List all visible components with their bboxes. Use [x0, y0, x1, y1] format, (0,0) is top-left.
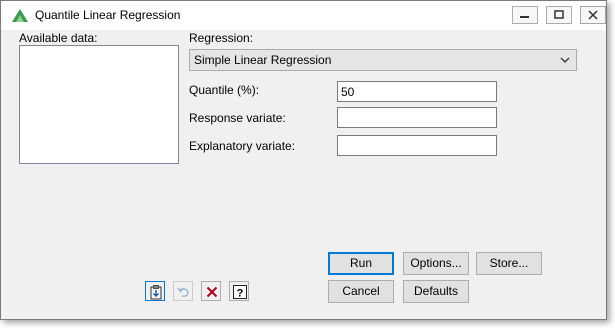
quantile-field[interactable]: [337, 81, 497, 102]
response-variate-label: Response variate:: [189, 111, 286, 125]
close-icon: [588, 10, 598, 20]
help-icon: ?: [233, 285, 247, 300]
clear-button[interactable]: [201, 281, 221, 301]
options-button[interactable]: Options...: [403, 252, 469, 275]
minimize-button[interactable]: [512, 6, 538, 24]
available-data-label: Available data:: [19, 31, 98, 45]
window-title: Quantile Linear Regression: [35, 8, 181, 22]
quantile-label: Quantile (%):: [189, 83, 260, 97]
svg-text:?: ?: [237, 288, 244, 300]
available-data-list[interactable]: [19, 45, 179, 164]
help-button[interactable]: ?: [229, 281, 249, 301]
store-button[interactable]: Store...: [476, 252, 542, 275]
maximize-icon: [554, 10, 564, 19]
regression-select[interactable]: Simple Linear Regression: [189, 49, 577, 71]
app-icon: [12, 9, 28, 22]
explanatory-variate-field[interactable]: [337, 135, 497, 156]
regression-label: Regression:: [189, 31, 254, 45]
clear-icon: [206, 286, 218, 298]
minimize-icon: [520, 16, 529, 18]
close-button[interactable]: [580, 6, 606, 24]
response-variate-field[interactable]: [337, 107, 497, 128]
cancel-button[interactable]: Cancel: [328, 280, 394, 303]
dialog-window: Quantile Linear Regression Available dat…: [0, 0, 607, 320]
title-bar[interactable]: Quantile Linear Regression: [1, 1, 606, 30]
undo-icon: [177, 287, 189, 297]
run-button[interactable]: Run: [328, 252, 394, 275]
chevron-down-icon: [560, 57, 570, 63]
maximize-button[interactable]: [546, 6, 572, 24]
defaults-button[interactable]: Defaults: [403, 280, 469, 303]
undo-button[interactable]: [173, 281, 193, 301]
paste-button[interactable]: [145, 281, 165, 301]
paste-clipboard-icon: [150, 285, 162, 300]
regression-select-value: Simple Linear Regression: [194, 53, 332, 67]
explanatory-variate-label: Explanatory variate:: [189, 139, 296, 153]
